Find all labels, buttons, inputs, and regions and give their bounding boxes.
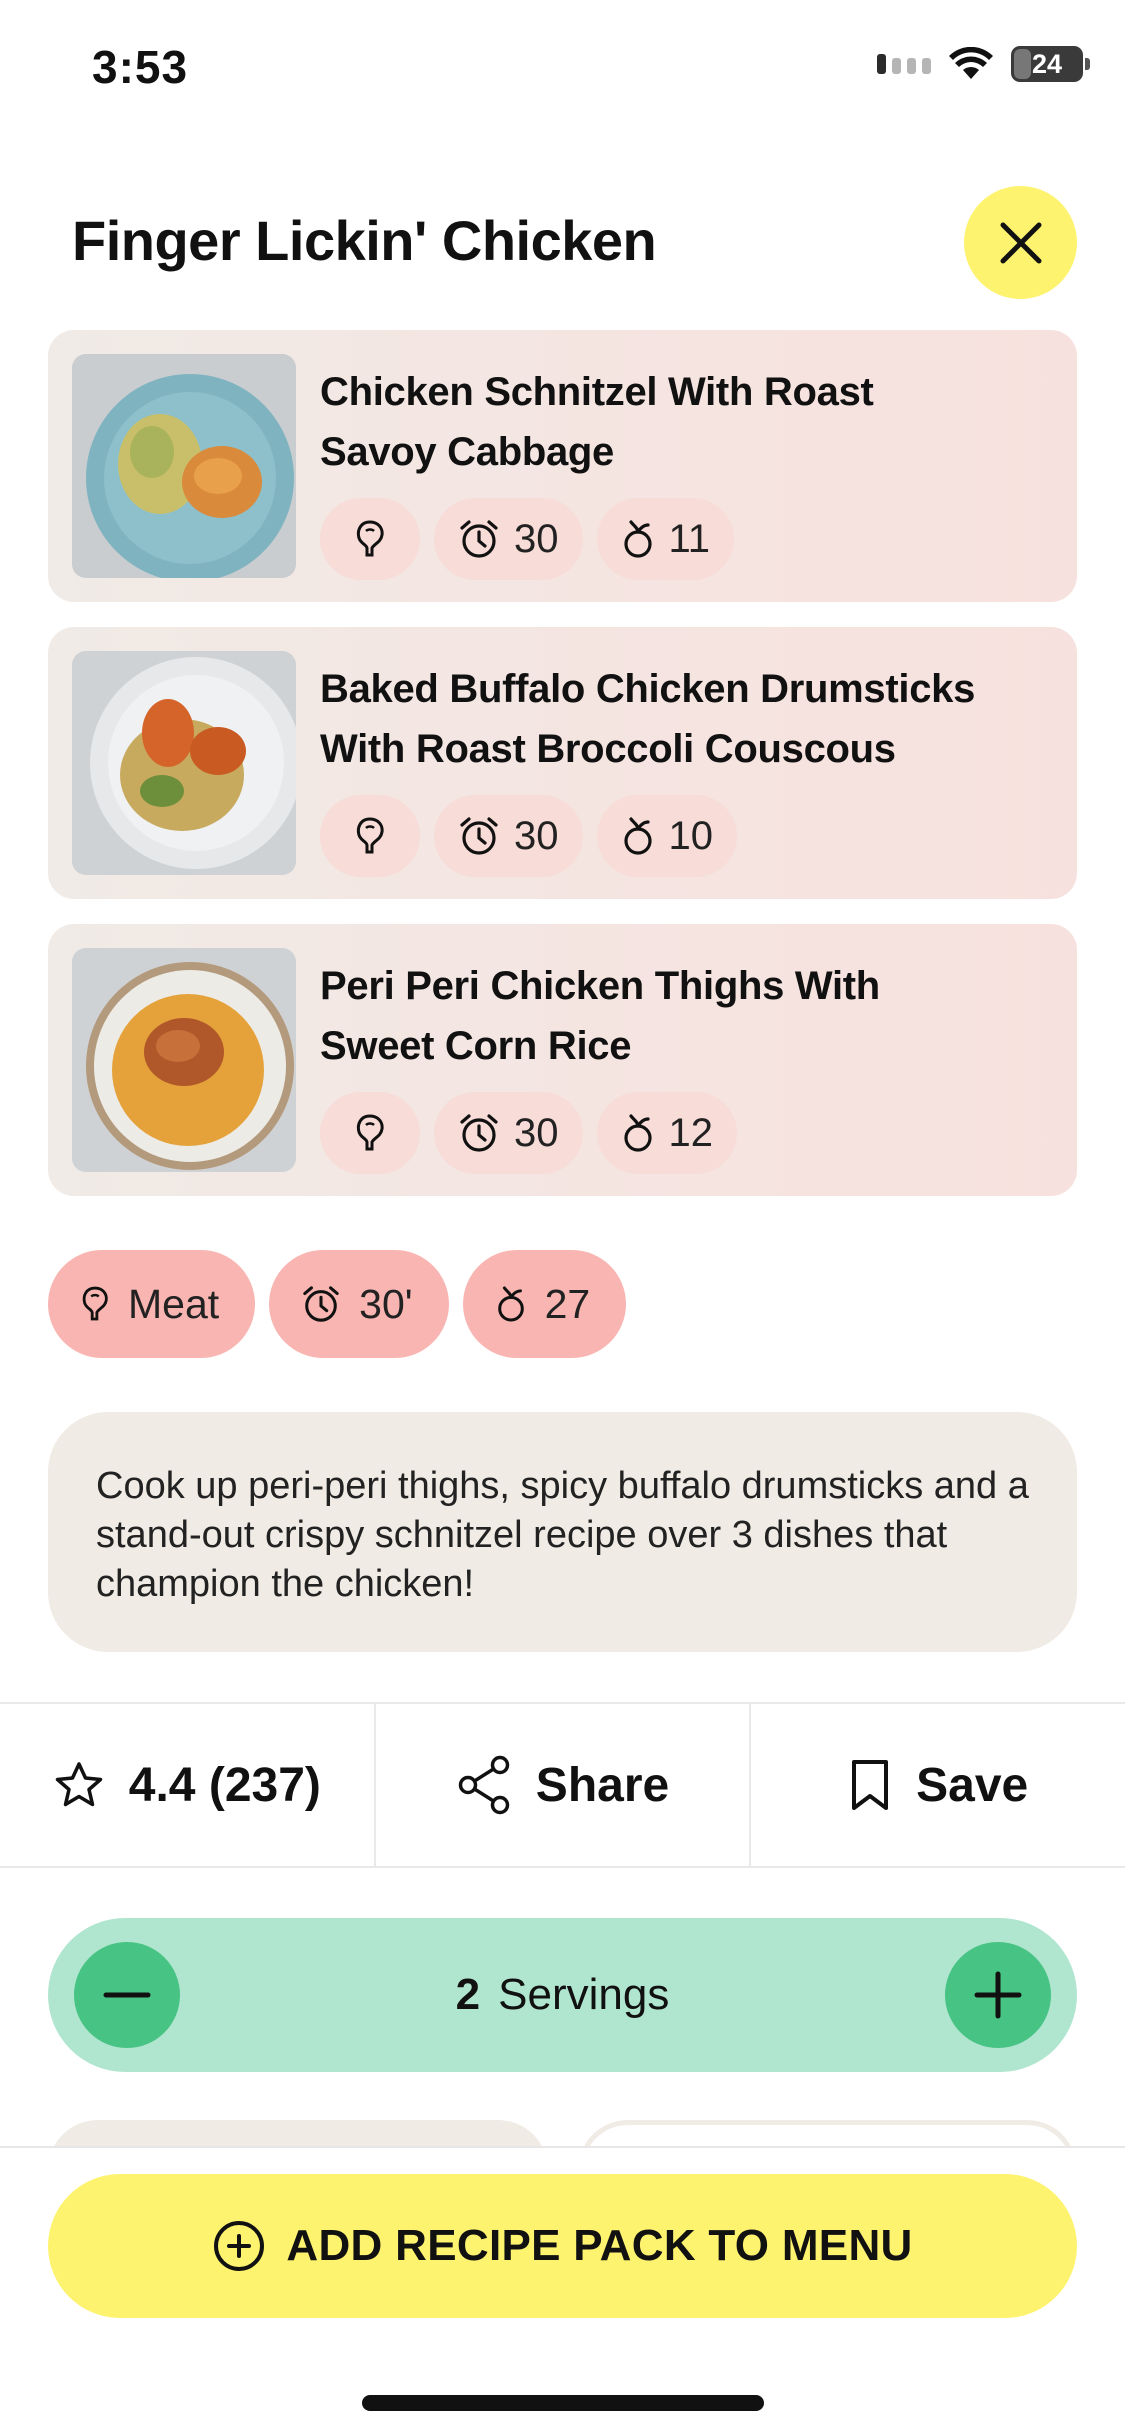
add-recipe-pack-label: ADD RECIPE PACK TO MENU bbox=[286, 2221, 913, 2270]
servings-stepper: 2 Servings bbox=[48, 1918, 1077, 2072]
status-time: 3:53 bbox=[92, 41, 189, 93]
alarm-clock-icon bbox=[460, 817, 498, 855]
drumstick-icon bbox=[82, 1286, 108, 1321]
time-total: 30' bbox=[359, 1280, 413, 1327]
time-chip: 30 bbox=[434, 498, 583, 580]
servings-count: 2 bbox=[455, 1970, 481, 2019]
close-icon bbox=[1000, 222, 1041, 263]
close-button[interactable] bbox=[964, 186, 1077, 299]
status-bar: 3:53 24 bbox=[0, 0, 1125, 140]
servings-label: Servings bbox=[498, 1970, 670, 2019]
ingredient-count-icon bbox=[497, 1286, 524, 1322]
recipe-title: Baked Buffalo Chicken Drumsticks With Ro… bbox=[320, 667, 976, 771]
star-icon bbox=[55, 1762, 103, 1807]
recipe-card[interactable]: Chicken Schnitzel With Roast Savoy Cabba… bbox=[48, 330, 1077, 602]
ingredients-chip: 10 bbox=[596, 795, 737, 877]
ingredients-chip: 12 bbox=[596, 1092, 737, 1174]
ingredients-value: 12 bbox=[668, 1110, 714, 1155]
recipe-image bbox=[72, 354, 296, 578]
alarm-clock-icon bbox=[460, 1114, 498, 1152]
share-button[interactable]: Share bbox=[373, 1704, 750, 1866]
ingredients-value: 10 bbox=[668, 813, 714, 858]
ingredient-count-icon bbox=[623, 817, 652, 855]
action-bar: 4.4 (237) Share Save bbox=[0, 1702, 1125, 1868]
time-value: 30 bbox=[514, 813, 559, 858]
diet-chip bbox=[320, 1092, 420, 1174]
pack-description: Cook up peri-peri thighs, spicy buffalo … bbox=[48, 1412, 1077, 1652]
ingredients-pill: 27 bbox=[462, 1250, 627, 1358]
add-circle-icon bbox=[214, 2221, 265, 2271]
bookmark-icon bbox=[852, 1760, 889, 1810]
drumstick-icon bbox=[356, 817, 384, 854]
rating-label: 4.4 (237) bbox=[128, 1758, 321, 1812]
share-icon bbox=[458, 1755, 510, 1815]
time-chip: 30 bbox=[434, 795, 583, 877]
pack-summary: Meat 30' 27 bbox=[48, 1250, 627, 1358]
bottom-panel: ADD RECIPE PACK TO MENU bbox=[0, 2146, 1125, 2436]
recipe-title: Peri Peri Chicken Thighs With Sweet Corn… bbox=[320, 964, 880, 1068]
save-label: Save bbox=[916, 1758, 1029, 1812]
recipe-meta: 30 10 bbox=[320, 795, 737, 877]
diet-chip bbox=[320, 498, 420, 580]
alarm-clock-icon bbox=[460, 520, 498, 558]
decrease-servings-button[interactable] bbox=[74, 1942, 180, 2048]
diet-chip bbox=[320, 795, 420, 877]
minus-icon bbox=[103, 1992, 151, 1998]
home-indicator bbox=[362, 2395, 764, 2411]
time-chip: 30 bbox=[434, 1092, 583, 1174]
ingredients-chip: 11 bbox=[596, 498, 735, 580]
alarm-clock-icon bbox=[303, 1286, 339, 1322]
time-value: 30 bbox=[514, 516, 559, 561]
time-value: 30 bbox=[514, 1110, 559, 1155]
servings-display: 2 Servings bbox=[48, 1918, 1077, 2072]
rating-button[interactable]: 4.4 (237) bbox=[0, 1704, 374, 1866]
battery-icon: 24 bbox=[1011, 46, 1090, 82]
save-button[interactable]: Save bbox=[749, 1704, 1125, 1866]
time-pill: 30' bbox=[269, 1250, 449, 1358]
cellular-signal-icon bbox=[877, 54, 931, 74]
ingredient-count-icon bbox=[623, 520, 652, 558]
recipe-image bbox=[72, 651, 296, 875]
recipe-title: Chicken Schnitzel With Roast Savoy Cabba… bbox=[320, 370, 874, 474]
share-label: Share bbox=[535, 1758, 670, 1812]
diet-label: Meat bbox=[128, 1280, 220, 1327]
status-icons: 24 bbox=[877, 46, 1090, 82]
description-text: Cook up peri-peri thighs, spicy buffalo … bbox=[96, 1465, 1029, 1605]
increase-servings-button[interactable] bbox=[945, 1942, 1051, 2048]
ingredient-count-icon bbox=[623, 1114, 652, 1152]
diet-pill: Meat bbox=[48, 1250, 256, 1358]
ingredients-total: 27 bbox=[544, 1280, 591, 1327]
recipe-meta: 30 12 bbox=[320, 1092, 737, 1174]
recipe-meta: 30 11 bbox=[320, 498, 735, 580]
add-recipe-pack-button[interactable]: ADD RECIPE PACK TO MENU bbox=[48, 2174, 1077, 2318]
plus-icon bbox=[974, 1971, 1022, 2019]
recipe-image bbox=[72, 948, 296, 1172]
battery-level: 24 bbox=[1031, 48, 1063, 79]
ingredients-value: 11 bbox=[668, 516, 711, 561]
drumstick-icon bbox=[356, 1114, 384, 1151]
page-title: Finger Lickin' Chicken bbox=[72, 209, 657, 272]
recipe-card[interactable]: Peri Peri Chicken Thighs With Sweet Corn… bbox=[48, 924, 1077, 1196]
recipe-card[interactable]: Baked Buffalo Chicken Drumsticks With Ro… bbox=[48, 627, 1077, 899]
drumstick-icon bbox=[356, 520, 384, 557]
wifi-icon bbox=[949, 47, 993, 79]
